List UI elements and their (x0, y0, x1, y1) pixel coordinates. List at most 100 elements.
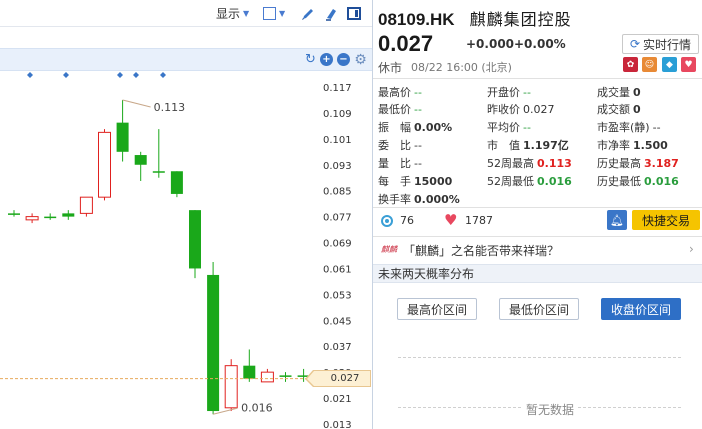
side-panel-icon (347, 7, 361, 20)
display-dropdown[interactable]: 显示 ▼ (216, 5, 249, 22)
stat-turnover-rate: 换手率 0.000% (378, 193, 460, 206)
draw-shape-dropdown[interactable]: ▼ (263, 5, 285, 22)
candles (8, 99, 328, 415)
event-markers (27, 72, 166, 78)
no-data-message: 暂无数据 (523, 401, 578, 418)
stat-market-cap: 市 值 1.197亿 (487, 139, 569, 152)
candle (189, 210, 201, 279)
candle-body (116, 122, 129, 152)
y-tick-label: 0.061 (323, 264, 352, 275)
low-annotation-label: 0.016 (241, 401, 273, 414)
news-headline-link[interactable]: 「麒麟」之名能否带来祥瑞？ (403, 242, 559, 259)
kline-chart-panel: 显示 ▼ ▼ ↻ + − ⚙ 0.117 0.109 0.101 0.093 0… (0, 0, 372, 429)
stat-bid-ratio: 委 比 -- (378, 139, 422, 152)
annotations: 0.113 0.016 (0, 99, 316, 415)
divider (373, 236, 702, 237)
stock-header: 08109.HK 麒麟集团控股 (378, 6, 572, 30)
candle (62, 210, 75, 220)
low-price-range-button[interactable]: 最低价区间 (499, 298, 579, 320)
bell-icon[interactable]: 🔔︎ (607, 210, 627, 230)
pen-tool-button[interactable] (300, 5, 316, 22)
high-annotation-label: 0.113 (154, 101, 186, 114)
y-tick-label: 0.077 (323, 213, 352, 224)
refresh-icon: ⟳ (629, 37, 641, 51)
candle-body (25, 216, 39, 221)
stat-avg-price: 平均价 -- (487, 121, 531, 134)
event-marker-icon (117, 72, 123, 78)
candle (25, 213, 39, 224)
stat-pe-static: 市盈率(静) -- (597, 121, 661, 134)
rectangle-icon (263, 7, 276, 20)
divider (373, 207, 702, 208)
chevron-right-icon[interactable]: › (689, 242, 694, 256)
y-tick-label: 0.053 (323, 290, 352, 301)
person-icon[interactable]: ☺ (642, 57, 657, 72)
stat-low: 最低价 -- (378, 103, 422, 116)
candle-body (243, 365, 256, 379)
high-annotation-line (122, 99, 151, 108)
price-change: +0.000 (466, 37, 515, 51)
hk-flag-icon[interactable]: ✿ (623, 57, 638, 72)
y-tick-label: 0.093 (323, 161, 352, 172)
candle-body (98, 131, 111, 198)
stat-hist-low: 历史最低 0.016 (597, 175, 679, 188)
forecast-gridline (398, 357, 681, 358)
y-tick-label: 0.101 (323, 135, 352, 146)
like-count: 1787 (465, 214, 493, 227)
heart-icon[interactable]: ♥ (444, 211, 457, 229)
stat-volume: 成交量 0 (597, 86, 641, 99)
close-price-range-button[interactable]: 收盘价区间 (601, 298, 681, 320)
candle (207, 261, 220, 415)
divider (373, 78, 702, 79)
y-tick-label: 0.109 (323, 109, 352, 120)
market-time: 08/22 16:00 (北京) (411, 61, 512, 74)
stat-open: 开盘价 -- (487, 86, 531, 99)
last-price: 0.027 (378, 31, 434, 56)
realtime-quote-label: 实时行情 (643, 37, 692, 52)
stock-name: 麒麟集团控股 (469, 10, 572, 29)
y-tick-label: 0.045 (323, 316, 352, 327)
candle-body (134, 155, 147, 165)
candle-body (62, 213, 75, 217)
candle-body (279, 375, 292, 377)
chevron-down-icon: ▼ (243, 9, 250, 18)
candle-body (207, 274, 220, 412)
candle (98, 129, 111, 201)
eye-icon (381, 215, 393, 227)
event-marker-icon (63, 72, 69, 78)
y-tick-label: 0.021 (323, 394, 352, 405)
quick-trade-button[interactable]: 快捷交易 (632, 210, 700, 230)
y-tick-label: 0.085 (323, 187, 352, 198)
candle (79, 196, 93, 217)
candle-body (189, 210, 201, 269)
refresh-icon[interactable]: ↻ (304, 53, 317, 66)
candle (44, 213, 57, 220)
candle-body (260, 371, 274, 383)
candle-body (8, 213, 20, 215)
y-tick-label: 0.117 (323, 83, 352, 94)
tag-icon[interactable]: ◆ (662, 57, 677, 72)
candle (8, 210, 20, 217)
stat-volume-ratio: 量 比 -- (378, 157, 422, 170)
gear-icon[interactable]: ⚙ (354, 53, 367, 67)
candle (116, 99, 129, 162)
stat-52w-high: 52周最高 0.113 (487, 157, 572, 170)
eraser-icon (326, 8, 336, 21)
forecast-section-title: 未来两天概率分布 (373, 264, 702, 283)
y-tick-label: 0.013 (323, 420, 352, 429)
eraser-tool-button[interactable] (323, 5, 339, 22)
layout-toggle-button[interactable] (347, 5, 361, 22)
stat-hist-high: 历史最高 3.187 (597, 157, 679, 170)
zoom-in-icon[interactable]: + (320, 53, 333, 66)
high-price-range-button[interactable]: 最高价区间 (397, 298, 477, 320)
forecast-title: 未来两天概率分布 (378, 267, 475, 281)
y-tick-label: 0.069 (323, 239, 352, 250)
realtime-quote-button[interactable]: ⟳ 实时行情 (622, 34, 699, 54)
stat-amplitude: 振 幅 0.00% (378, 121, 453, 134)
pen-icon (302, 8, 313, 20)
display-label: 显示 (216, 7, 241, 21)
stat-amount: 成交额 0 (597, 103, 641, 116)
stat-lot-size: 每 手 15000 (378, 175, 453, 188)
favorite-heart-icon[interactable]: ♥ (681, 57, 696, 72)
zoom-out-icon[interactable]: − (337, 53, 350, 66)
